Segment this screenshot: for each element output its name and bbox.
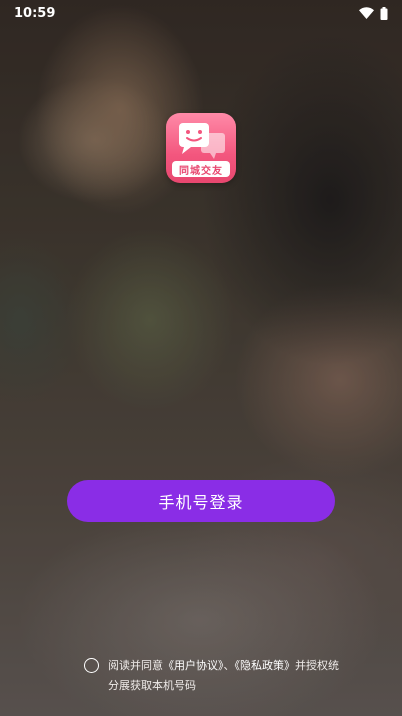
phone-login-button[interactable]: 手机号登录 [67, 480, 335, 522]
agreement-checkbox[interactable] [84, 658, 99, 673]
status-bar: 10:59 [0, 0, 402, 26]
background-dim [0, 0, 402, 716]
privacy-policy-link[interactable]: 《隐私政策》 [235, 659, 296, 672]
logo-label: 同城交友 [172, 161, 230, 177]
app-logo: 同城交友 [166, 113, 236, 183]
battery-icon [380, 6, 388, 20]
agreement-separator: 、 [223, 659, 235, 672]
agreement: 阅读并同意《用户协议》、《隐私政策》并授权统分展获取本机号码 [84, 656, 344, 696]
wifi-icon [359, 7, 374, 19]
status-time: 10:59 [14, 5, 56, 21]
user-agreement-link[interactable]: 《用户协议》 [163, 659, 224, 672]
agreement-prefix: 阅读并同意 [108, 659, 163, 672]
status-icons [359, 6, 388, 20]
agreement-text: 阅读并同意《用户协议》、《隐私政策》并授权统分展获取本机号码 [108, 656, 344, 696]
